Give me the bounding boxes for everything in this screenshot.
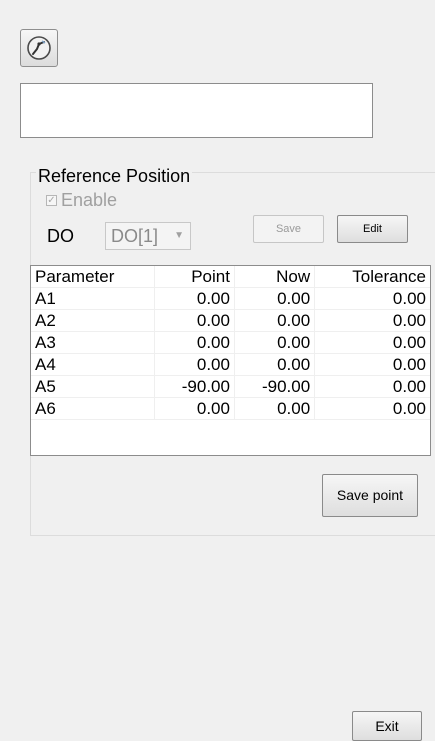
point-cell: 0.00	[153, 287, 235, 310]
now-cell: 0.00	[233, 397, 315, 420]
column-header-point: Point	[153, 266, 235, 288]
tolerance-cell: 0.00	[314, 331, 430, 354]
parameter-cell: A3	[31, 331, 155, 354]
table-row[interactable]: A4 0.00 0.00 0.00	[31, 353, 430, 376]
enable-checkbox-box[interactable]: ✓	[46, 194, 57, 206]
now-cell: 0.00	[233, 309, 315, 332]
column-header-tolerance: Tolerance	[314, 266, 430, 288]
point-cell: 0.00	[153, 309, 235, 332]
tolerance-cell: 0.00	[314, 309, 430, 332]
do-label: DO	[47, 226, 74, 246]
edit-button[interactable]: Edit	[337, 215, 408, 243]
chevron-down-icon: ▼	[174, 230, 184, 241]
table-row[interactable]: A6 0.00 0.00 0.00	[31, 397, 430, 420]
now-cell: 0.00	[233, 287, 315, 310]
save-button[interactable]: Save	[253, 215, 324, 243]
table-row[interactable]: A3 0.00 0.00 0.00	[31, 331, 430, 354]
do-select[interactable]: DO[1] ▼	[105, 222, 191, 250]
now-cell: -90.00	[233, 375, 315, 398]
parameter-cell: A2	[31, 309, 155, 332]
parameter-table: Parameter Point Now Tolerance A1 0.00 0.…	[30, 265, 431, 456]
enable-checkbox[interactable]: ✓ Enable	[46, 190, 117, 210]
point-cell: 0.00	[153, 397, 235, 420]
parameter-cell: A5	[31, 375, 155, 398]
do-select-value: DO[1]	[111, 226, 159, 246]
point-cell: -90.00	[153, 375, 235, 398]
reference-position-title: Reference Position	[36, 166, 193, 186]
table-row[interactable]: A2 0.00 0.00 0.00	[31, 309, 430, 332]
tool-button[interactable]	[20, 29, 58, 67]
message-textbox[interactable]	[20, 83, 373, 138]
now-cell: 0.00	[233, 353, 315, 376]
robot-arm-icon	[27, 36, 51, 60]
tolerance-cell: 0.00	[314, 287, 430, 310]
now-cell: 0.00	[233, 331, 315, 354]
tolerance-cell: 0.00	[314, 353, 430, 376]
point-cell: 0.00	[153, 331, 235, 354]
table-row[interactable]: A5 -90.00 -90.00 0.00	[31, 375, 430, 398]
column-header-now: Now	[233, 266, 315, 288]
save-point-button[interactable]: Save point	[322, 474, 418, 517]
table-row[interactable]: A1 0.00 0.00 0.00	[31, 287, 430, 310]
parameter-cell: A1	[31, 287, 155, 310]
table-header-row: Parameter Point Now Tolerance	[31, 266, 430, 288]
parameter-cell: A6	[31, 397, 155, 420]
point-cell: 0.00	[153, 353, 235, 376]
column-header-parameter: Parameter	[31, 266, 155, 288]
tolerance-cell: 0.00	[314, 375, 430, 398]
exit-button[interactable]: Exit	[352, 711, 422, 741]
tolerance-cell: 0.00	[314, 397, 430, 420]
enable-checkbox-label: Enable	[61, 190, 118, 210]
parameter-cell: A4	[31, 353, 155, 376]
